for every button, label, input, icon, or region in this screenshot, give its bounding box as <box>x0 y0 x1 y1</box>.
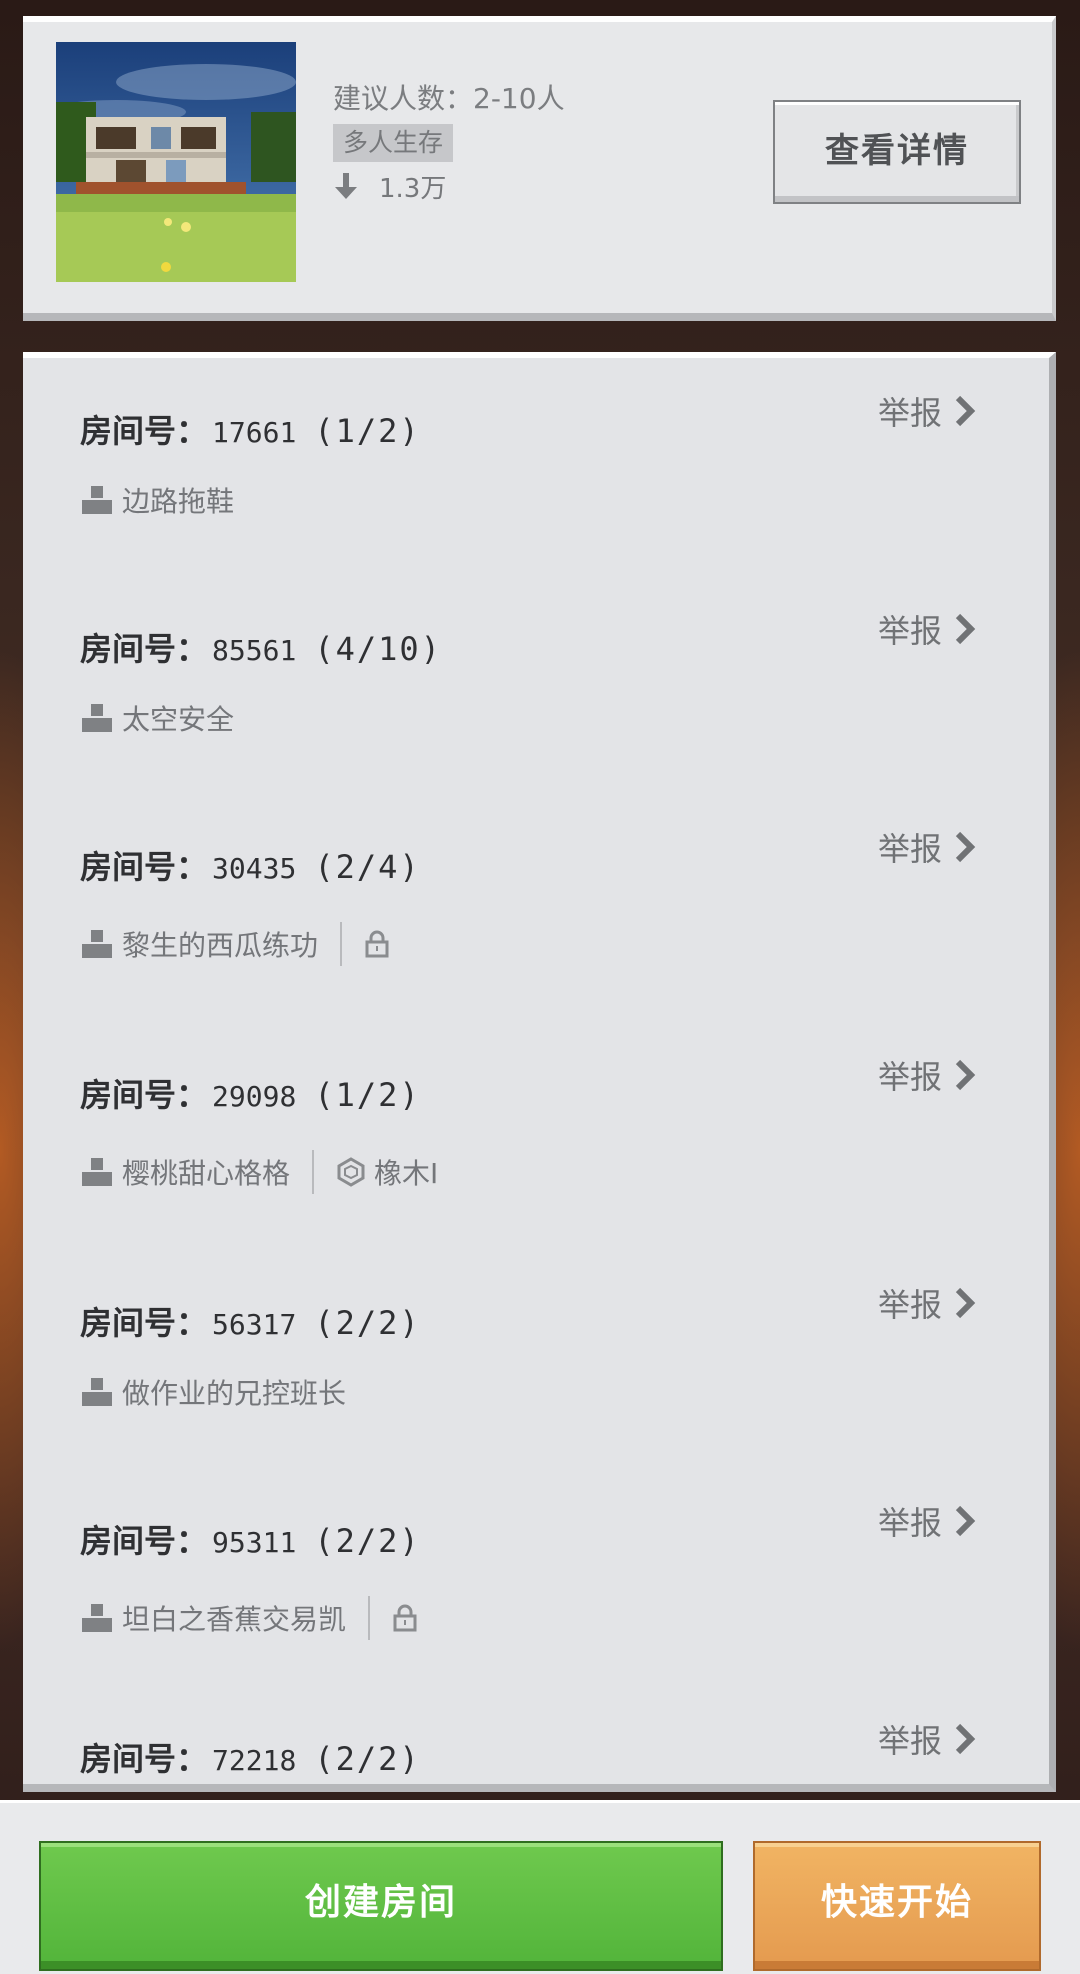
room-label: 房间号： <box>80 630 209 668</box>
user-icon <box>82 704 112 732</box>
room-title: 房间号： 72218 (2/2) <box>80 1734 421 1780</box>
room-host: 做作业的兄控班长 <box>80 1372 346 1412</box>
host-name: 边路拖鞋 <box>122 485 235 518</box>
divider <box>340 922 343 966</box>
report-label: 举报 <box>878 612 943 650</box>
report-label: 举报 <box>878 394 943 432</box>
room-id: 85561 <box>212 634 297 667</box>
user-icon <box>82 930 112 958</box>
room-item[interactable]: 房间号： 95311 (2/2) 举报 坦白之香蕉交易凯 <box>23 1468 1023 1686</box>
chevron-right-icon <box>955 613 976 645</box>
chevron-right-icon <box>955 831 976 863</box>
report-label: 举报 <box>878 1286 943 1324</box>
divider <box>312 1150 315 1194</box>
room-id: 95311 <box>212 1526 297 1559</box>
room-player-count: (2/2) <box>314 1304 421 1342</box>
report-button[interactable]: 举报 <box>878 1280 976 1326</box>
room-id: 30435 <box>212 852 297 885</box>
room-player-count: (1/2) <box>314 1076 421 1114</box>
user-icon <box>82 1378 112 1406</box>
room-id: 29098 <box>212 1080 297 1113</box>
report-button[interactable]: 举报 <box>878 824 976 870</box>
download-count-value: 1.3万 <box>379 174 447 204</box>
host-name: 太空安全 <box>122 703 235 736</box>
game-info-card: 建议人数：2-10人 多人生存 1.3万 查看详情 <box>23 16 1056 321</box>
report-button[interactable]: 举报 <box>878 1498 976 1544</box>
report-label: 举报 <box>878 830 943 868</box>
room-host: 边路拖鞋 <box>80 480 234 520</box>
room-id: 17661 <box>212 416 297 449</box>
user-icon <box>82 1604 112 1632</box>
recommended-players-value: 2-10人 <box>473 82 565 115</box>
chevron-right-icon <box>955 1287 976 1319</box>
report-button[interactable]: 举报 <box>878 606 976 652</box>
view-details-button[interactable]: 查看详情 <box>773 100 1021 204</box>
room-player-count: (2/2) <box>314 1522 421 1560</box>
room-item[interactable]: 房间号： 29098 (1/2) 举报 樱桃甜心格格 橡木I <box>23 1022 1023 1240</box>
report-label: 举报 <box>878 1058 943 1096</box>
guild-name: 橡木I <box>374 1157 439 1190</box>
room-item[interactable]: 房间号： 56317 (2/2) 举报 做作业的兄控班长 <box>23 1250 1023 1468</box>
host-name: 坦白之香蕉交易凯 <box>122 1603 347 1636</box>
user-icon <box>82 486 112 514</box>
room-player-count: (4/10) <box>314 630 442 668</box>
host-name: 黎生的西瓜练功 <box>122 929 319 962</box>
report-button[interactable]: 举报 <box>878 1052 976 1098</box>
game-tag: 多人生存 <box>333 124 454 162</box>
room-host: 樱桃甜心格格 橡木I <box>80 1150 438 1194</box>
host-name: 樱桃甜心格格 <box>122 1157 291 1190</box>
game-meta: 建议人数：2-10人 多人生存 1.3万 <box>333 78 565 205</box>
room-label: 房间号： <box>80 1076 209 1114</box>
room-label: 房间号： <box>80 1740 209 1778</box>
chevron-right-icon <box>955 1505 976 1537</box>
report-button[interactable]: 举报 <box>878 388 976 434</box>
minecraft-house-thumbnail-icon <box>56 42 296 282</box>
chevron-right-icon <box>955 1059 976 1091</box>
room-item[interactable]: 房间号： 17661 (1/2) 举报 边路拖鞋 <box>23 358 1023 576</box>
room-player-count: (1/2) <box>314 412 421 450</box>
room-label: 房间号： <box>80 1304 209 1342</box>
room-item[interactable]: 房间号： 72218 (2/2) 举报 <box>23 1686 1023 1784</box>
room-label: 房间号： <box>80 412 209 450</box>
room-host: 太空安全 <box>80 698 234 738</box>
chevron-right-icon <box>955 1723 976 1755</box>
host-name: 做作业的兄控班长 <box>122 1377 347 1410</box>
room-player-count: (2/2) <box>314 1740 421 1778</box>
room-id: 56317 <box>212 1308 297 1341</box>
game-thumbnail[interactable] <box>56 42 296 282</box>
room-title: 房间号： 95311 (2/2) <box>80 1516 421 1562</box>
room-host: 黎生的西瓜练功 <box>80 922 398 966</box>
lock-icon <box>393 1604 417 1632</box>
room-player-count: (2/4) <box>314 848 421 886</box>
chevron-right-icon <box>955 395 976 427</box>
room-host: 坦白之香蕉交易凯 <box>80 1596 426 1640</box>
room-label: 房间号： <box>80 848 209 886</box>
room-item[interactable]: 房间号： 30435 (2/4) 举报 黎生的西瓜练功 <box>23 794 1023 1012</box>
room-title: 房间号： 56317 (2/2) <box>80 1298 421 1344</box>
report-button[interactable]: 举报 <box>878 1716 976 1762</box>
report-label: 举报 <box>878 1722 943 1760</box>
room-id: 72218 <box>212 1744 297 1777</box>
recommended-players: 建议人数：2-10人 <box>333 78 565 120</box>
user-icon <box>82 1158 112 1186</box>
room-item[interactable]: 房间号： 85561 (4/10) 举报 太空安全 <box>23 576 1023 794</box>
divider <box>368 1596 371 1640</box>
room-title: 房间号： 17661 (1/2) <box>80 406 421 452</box>
room-title: 房间号： 30435 (2/4) <box>80 842 421 888</box>
bottom-action-bar: 创建房间 快速开始 <box>0 1800 1080 1974</box>
room-title: 房间号： 29098 (1/2) <box>80 1070 421 1116</box>
room-label: 房间号： <box>80 1522 209 1560</box>
room-title: 房间号： 85561 (4/10) <box>80 624 442 670</box>
download-arrow-icon <box>335 172 357 199</box>
room-list: 房间号： 17661 (1/2) 举报 边路拖鞋 房间号： 85561 (4/1… <box>23 352 1056 1792</box>
hexagon-badge-icon <box>337 1157 365 1187</box>
lock-icon <box>365 930 389 958</box>
recommended-players-label: 建议人数： <box>333 82 474 115</box>
quick-start-button[interactable]: 快速开始 <box>753 1841 1041 1971</box>
report-label: 举报 <box>878 1504 943 1542</box>
create-room-button[interactable]: 创建房间 <box>39 1841 723 1971</box>
download-count: 1.3万 <box>333 168 565 205</box>
